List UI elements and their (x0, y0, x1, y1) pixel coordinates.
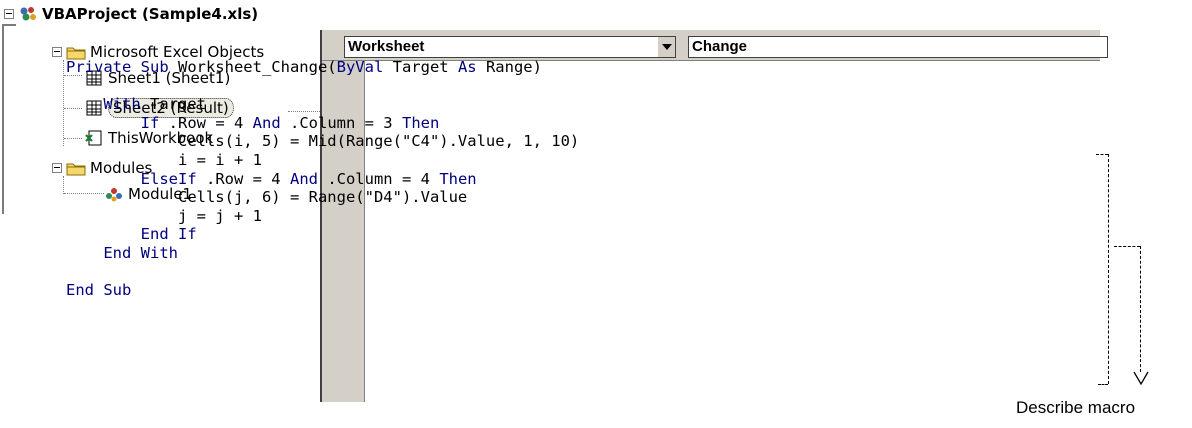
code-keyword: ElseIf (140, 169, 197, 188)
code-text: Target (383, 58, 458, 76)
code-text: j = j + 1 (66, 206, 262, 225)
tree-border (2, 24, 4, 214)
code-keyword: And (289, 169, 318, 188)
code-keyword: Then (401, 113, 440, 132)
code-keyword: ByVal (336, 58, 384, 76)
chevron-down-icon[interactable] (657, 37, 675, 57)
code-line: End With (66, 244, 579, 263)
code-text: Cells(j, 6) = Range("D4").Value (66, 188, 468, 207)
code-keyword: End If (140, 225, 197, 244)
object-combo-value: Worksheet (348, 38, 425, 55)
code-line: If .Row = 4 And .Column = 3 Then (66, 114, 579, 133)
code-text: .Row = 4 (196, 169, 290, 188)
code-line: End Sub (66, 281, 579, 300)
code-text: i = i + 1 (66, 150, 262, 169)
code-keyword: Then (439, 169, 477, 188)
code-keyword: And (252, 113, 281, 132)
code-line: With Target (66, 95, 579, 114)
tree-connector (63, 60, 64, 146)
vba-project-icon (20, 7, 36, 21)
code-line: Cells(i, 5) = Mid(Range("C4").Value, 1, … (66, 132, 579, 151)
code-line: i = i + 1 (66, 151, 579, 170)
procedure-combo[interactable]: Change (688, 36, 1108, 58)
combo-bar: Worksheet Change (322, 30, 1108, 61)
caption-label: Describe macro (1016, 398, 1136, 417)
code-text: Worksheet_Change( (177, 58, 337, 76)
code-keyword: If (140, 113, 160, 132)
tree-root-node[interactable]: VBAProject (Sample4.xls) (4, 2, 258, 26)
collapse-toggle-icon[interactable] (52, 163, 62, 173)
code-text: Cells(i, 5) = Mid(Range("C4").Value, 1, … (66, 132, 580, 151)
code-keyword: Private Sub (66, 58, 178, 76)
tree-border-top (2, 24, 16, 26)
code-keyword: As (457, 58, 477, 76)
code-text: .Column = 4 (317, 169, 440, 188)
code-line: ElseIf .Row = 4 And .Column = 4 Then (66, 170, 579, 189)
arrow-line (1140, 246, 1141, 372)
code-line: Cells(j, 6) = Range("D4").Value (66, 188, 579, 207)
bracket-line (1108, 154, 1109, 384)
code-text: Range) (476, 58, 542, 76)
collapse-toggle-icon[interactable] (4, 9, 14, 19)
code-line: End If (66, 225, 579, 244)
code-line: Private Sub Worksheet_Change(ByVal Targe… (66, 58, 579, 77)
bracket-line (1096, 154, 1108, 155)
code-editor[interactable]: Private Sub Worksheet_Change(ByVal Targe… (66, 58, 579, 300)
code-line: j = j + 1 (66, 207, 579, 226)
code-text: .Row = 4 (159, 113, 253, 132)
code-keyword: With (103, 95, 141, 114)
code-text: Target (140, 95, 206, 114)
code-text: .Column = 3 (280, 113, 402, 132)
object-combo[interactable]: Worksheet (344, 36, 676, 58)
project-root-label: VBAProject (Sample4.xls) (42, 5, 259, 23)
bracket-line (1098, 384, 1108, 385)
code-keyword: End With (103, 243, 178, 262)
code-keyword: End Sub (66, 281, 132, 300)
down-arrow-icon (1133, 371, 1149, 386)
bracket-line (1114, 246, 1140, 247)
procedure-combo-value: Change (692, 38, 748, 55)
collapse-toggle-icon[interactable] (52, 47, 62, 57)
